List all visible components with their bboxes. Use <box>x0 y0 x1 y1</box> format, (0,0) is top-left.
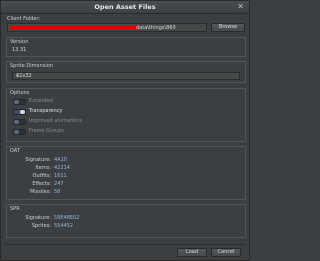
cancel-button[interactable]: Cancel <box>211 248 241 257</box>
transparency-toggle[interactable] <box>13 109 26 115</box>
dat-signature-value: 4A10 <box>54 157 67 163</box>
sprite-dimension-title: Sprite Dimension <box>10 63 53 69</box>
options-title: Options <box>10 90 30 96</box>
spr-signature-value: 59E48E02 <box>54 215 80 221</box>
improved-animations-label: Improved animations <box>29 118 83 124</box>
frame-groups-label: Frame Groups <box>29 128 64 134</box>
load-button[interactable]: Load <box>177 248 207 257</box>
option-extended[interactable]: Extended <box>13 98 133 105</box>
spr-title: SPR <box>10 206 20 212</box>
transparency-label: Transparency <box>29 108 63 114</box>
spr-sprites-key: Sprites: <box>31 223 51 229</box>
dat-items-value: 42214 <box>54 165 70 171</box>
dat-outfits-row: Outfits: 1611 <box>7 173 157 180</box>
dat-items-row: Items: 42214 <box>7 165 157 172</box>
option-improved-animations[interactable]: Improved animations <box>13 118 133 125</box>
spr-signature-row: Signature: 59E48E02 <box>7 215 157 222</box>
version-value: 13.31 <box>12 47 27 53</box>
redacted-path-segment <box>10 25 138 30</box>
close-icon[interactable]: ✕ <box>237 2 244 12</box>
improved-animations-toggle[interactable] <box>13 119 26 125</box>
option-frame-groups[interactable]: Frame Groups <box>13 128 133 135</box>
version-section: Version 13.31 <box>6 37 246 57</box>
dat-signature-key: Signature: <box>25 157 51 163</box>
dat-outfits-value: 1611 <box>54 173 67 179</box>
open-asset-files-dialog: Open Asset Files ✕ Client Folder: data\t… <box>0 0 250 261</box>
dat-title: DAT <box>10 148 20 154</box>
frame-groups-toggle[interactable] <box>13 129 26 135</box>
client-folder-path: data\things\860 <box>136 25 176 31</box>
client-folder-input[interactable]: data\things\860 <box>7 23 207 32</box>
options-section: Options Extended Transparency Improved a… <box>6 88 246 142</box>
browse-button[interactable]: Browse <box>211 23 245 32</box>
chevron-down-icon: ▾ <box>16 73 19 79</box>
dat-missiles-value: 58 <box>54 189 61 195</box>
sprite-dimension-select[interactable]: 32x32 ▾ <box>12 72 240 80</box>
dat-missiles-row: Missiles: 58 <box>7 189 157 196</box>
window-title: Open Asset Files <box>94 3 156 11</box>
dat-section: DAT Signature: 4A10 Items: 42214 Outfits… <box>6 146 246 200</box>
spr-sprites-value: 554452 <box>54 223 74 229</box>
spr-signature-key: Signature: <box>25 215 51 221</box>
extended-label: Extended <box>29 98 53 104</box>
dat-outfits-key: Outfits: <box>32 173 51 179</box>
dat-effects-value: 247 <box>54 181 64 187</box>
footer-divider <box>5 244 245 245</box>
version-title: Version <box>10 39 29 45</box>
dat-items-key: Items: <box>35 165 51 171</box>
option-transparency[interactable]: Transparency <box>13 108 133 115</box>
dat-effects-row: Effects: 247 <box>7 181 157 188</box>
spr-sprites-row: Sprites: 554452 <box>7 223 157 230</box>
title-bar: Open Asset Files ✕ <box>1 1 249 14</box>
extended-toggle[interactable] <box>13 99 26 105</box>
client-folder-row: data\things\860 Browse <box>7 23 245 32</box>
dat-signature-row: Signature: 4A10 <box>7 157 157 164</box>
spr-section: SPR Signature: 59E48E02 Sprites: 554452 <box>6 204 246 238</box>
client-folder-label: Client Folder: <box>7 16 41 22</box>
dat-effects-key: Effects: <box>32 181 51 187</box>
dat-missiles-key: Missiles: <box>29 189 51 195</box>
sprite-dimension-section: Sprite Dimension 32x32 ▾ <box>6 61 246 83</box>
